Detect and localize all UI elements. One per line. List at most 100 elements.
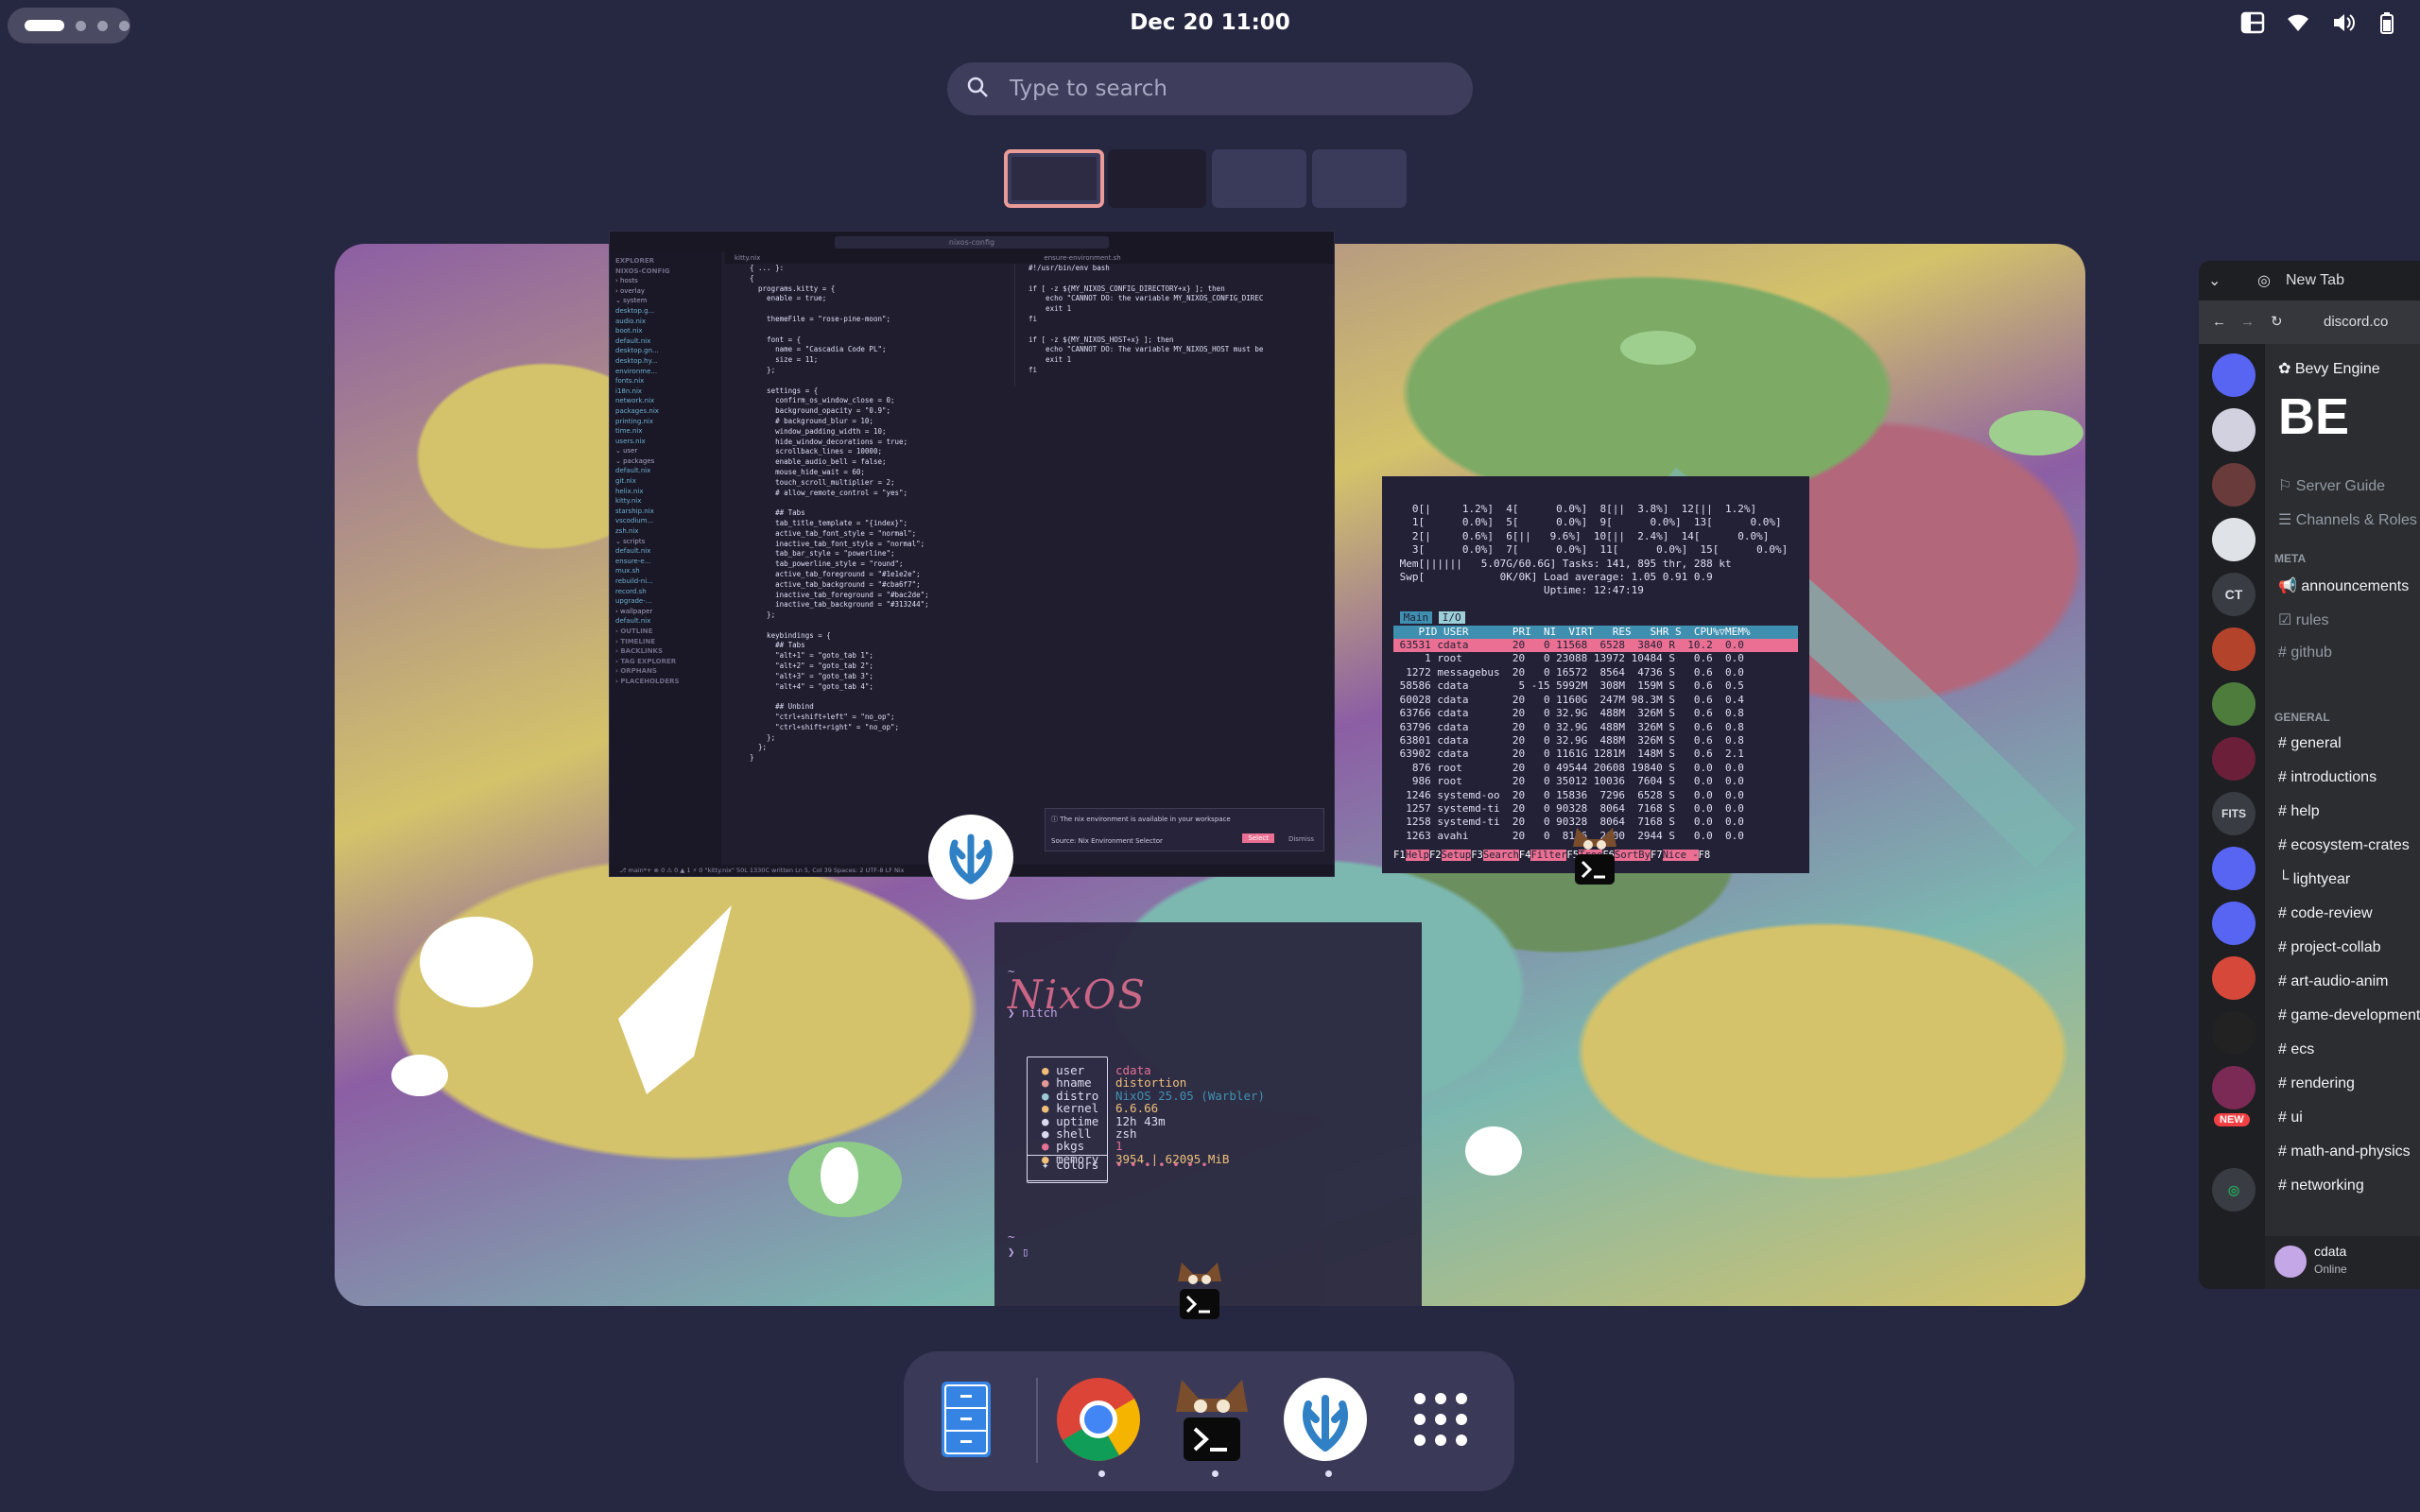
- server-icon[interactable]: [2212, 847, 2256, 890]
- explore-servers-icon[interactable]: ◎: [2212, 1168, 2256, 1211]
- explorer-item[interactable]: desktop.g...: [615, 306, 716, 317]
- back-icon[interactable]: ←: [2212, 301, 2226, 344]
- editor-kitty-nix[interactable]: { ... }: { programs.kitty = { enable = t…: [725, 264, 1009, 865]
- vscodium-app-icon[interactable]: [1280, 1374, 1371, 1465]
- channel-help[interactable]: # help: [2278, 803, 2320, 820]
- explorer-item[interactable]: vscodium...: [615, 516, 716, 526]
- explorer-item[interactable]: › overlay: [615, 286, 716, 297]
- server-guide[interactable]: ⚐ Server Guide: [2278, 476, 2385, 495]
- explorer-item[interactable]: › BACKLINKS: [615, 646, 716, 657]
- discord-server-list[interactable]: CT FITS NEW ◎: [2199, 344, 2265, 1289]
- server-icon[interactable]: [2212, 408, 2256, 452]
- server-icon[interactable]: [2212, 463, 2256, 507]
- channel-ecosystem-crates[interactable]: # ecosystem-crates: [2278, 837, 2410, 854]
- wifi-icon[interactable]: [2286, 10, 2310, 35]
- battery-icon[interactable]: [2377, 10, 2401, 35]
- kitty-app-icon[interactable]: [1167, 1374, 1257, 1465]
- htop-process-header[interactable]: PID USER PRI NI VIRT RES SHR S CPU%▽MEM%: [1393, 625, 1798, 640]
- workspace-thumbnail-3[interactable]: [1212, 149, 1306, 208]
- htop-fkey-label[interactable]: Search: [1482, 849, 1519, 861]
- htop-fkey[interactable]: F1: [1393, 850, 1406, 861]
- explorer-item[interactable]: git.nix: [615, 476, 716, 487]
- explorer-item[interactable]: zsh.nix: [615, 526, 716, 537]
- explorer-item[interactable]: default.nix: [615, 336, 716, 347]
- explorer-item[interactable]: default.nix: [615, 466, 716, 476]
- editor-ensure-environment[interactable]: #!/usr/bin/env bash if [ -z ${MY_NIXOS_C…: [1014, 264, 1334, 387]
- activities-button[interactable]: [8, 8, 130, 43]
- htop-fkey-label[interactable]: Nice -: [1662, 849, 1699, 861]
- htop-fkey-label[interactable]: Setup: [1441, 849, 1472, 861]
- explorer-item[interactable]: mux.sh: [615, 566, 716, 576]
- next-workspace-preview[interactable]: ⌄ ◎ New Tab ← → ↻ discord.co CT FITS NEW…: [2199, 261, 2420, 1289]
- user-panel[interactable]: cdata Online: [2265, 1236, 2420, 1289]
- server-name[interactable]: ✿ Bevy Engine: [2278, 359, 2380, 378]
- browser-tab[interactable]: ⌄ ◎ New Tab: [2199, 261, 2420, 301]
- chrome-app-icon[interactable]: [1053, 1374, 1144, 1465]
- category-meta[interactable]: META: [2274, 552, 2306, 565]
- channel-announcements[interactable]: 📢 announcements: [2278, 576, 2409, 595]
- kitty-terminal-window[interactable]: ~ ❯ nitch NixOS ● user cdata ● hname distor…: [994, 922, 1422, 1306]
- tab-ensure-environment[interactable]: ensure-environment.sh: [1044, 252, 1120, 264]
- avatar[interactable]: [2274, 1246, 2307, 1278]
- htop-fkey[interactable]: F8: [1699, 850, 1711, 861]
- htop-fkey-label[interactable]: Filter: [1530, 849, 1567, 861]
- explorer-item[interactable]: › TIMELINE: [615, 637, 716, 647]
- channel-github[interactable]: # github: [2278, 644, 2332, 662]
- explorer-item[interactable]: desktop.hy...: [615, 356, 716, 367]
- explorer-item[interactable]: record.sh: [615, 587, 716, 597]
- explorer-item[interactable]: time.nix: [615, 426, 716, 437]
- explorer-item[interactable]: environme...: [615, 367, 716, 377]
- address-bar[interactable]: ← → ↻ discord.co: [2199, 301, 2420, 344]
- channel-lightyear[interactable]: └ lightyear: [2278, 871, 2350, 888]
- file-explorer[interactable]: EXPLORER NIXOS-CONFIG › hosts › overlay ⌄ sy…: [610, 252, 721, 865]
- htop-fkey[interactable]: F4: [1519, 850, 1531, 861]
- explorer-item[interactable]: network.nix: [615, 396, 716, 406]
- htop-tab-io[interactable]: I/O: [1438, 611, 1465, 625]
- channel-art-audio-anim[interactable]: # art-audio-anim: [2278, 973, 2389, 990]
- server-icon[interactable]: [2212, 627, 2256, 671]
- server-icon[interactable]: [2212, 1011, 2256, 1055]
- server-icon[interactable]: [2212, 737, 2256, 781]
- tab-kitty-nix[interactable]: kitty.nix: [735, 252, 760, 264]
- htop-selected-process[interactable]: 63531 cdata 20 0 11568 6528 3840 R 10.2 …: [1393, 639, 1798, 653]
- volume-icon[interactable]: [2331, 10, 2356, 35]
- dismiss-button[interactable]: Dismiss: [1288, 835, 1314, 843]
- explorer-item[interactable]: helix.nix: [615, 487, 716, 497]
- htop-fkey[interactable]: F7: [1651, 850, 1663, 861]
- select-button[interactable]: Select: [1242, 833, 1274, 843]
- htop-process-list[interactable]: 1 root 20 0 23088 13972 10484 S 0.6 0.0 …: [1393, 652, 1744, 841]
- server-fits[interactable]: FITS: [2212, 792, 2256, 835]
- explorer-item[interactable]: i18n.nix: [615, 387, 716, 397]
- explorer-item[interactable]: printing.nix: [615, 417, 716, 427]
- explorer-item[interactable]: packages.nix: [615, 406, 716, 417]
- channel-ecs[interactable]: # ecs: [2278, 1041, 2314, 1058]
- channel-ui[interactable]: # ui: [2278, 1109, 2303, 1126]
- discord-channel-list[interactable]: ✿ Bevy Engine BE ⚐ Server Guide ☰ Channe…: [2265, 344, 2420, 1289]
- reload-icon[interactable]: ↻: [2271, 301, 2283, 344]
- explorer-item[interactable]: kitty.nix: [615, 496, 716, 507]
- channel-game-development[interactable]: # game-development: [2278, 1007, 2420, 1024]
- vscode-titlebar[interactable]: nixos-config: [610, 232, 1334, 252]
- explorer-item[interactable]: starship.nix: [615, 507, 716, 517]
- prompt-cursor[interactable]: ❯ ▯: [1008, 1245, 1029, 1260]
- server-ct[interactable]: CT: [2212, 573, 2256, 616]
- channel-math-and-physics[interactable]: # math-and-physics: [2278, 1143, 2411, 1160]
- explorer-item[interactable]: boot.nix: [615, 326, 716, 336]
- channel-networking[interactable]: # networking: [2278, 1177, 2364, 1194]
- explorer-item[interactable]: › hosts: [615, 276, 716, 286]
- htop-tab-main[interactable]: Main: [1399, 611, 1433, 625]
- htop-fkey[interactable]: F2: [1429, 850, 1442, 861]
- show-apps-icon[interactable]: [1395, 1374, 1486, 1465]
- server-icon[interactable]: [2212, 1066, 2256, 1109]
- htop-window[interactable]: 0[| 1.2%] 4[ 0.0%] 8[|| 3.8%] 12[|| 1.2%…: [1382, 476, 1809, 873]
- clock[interactable]: Dec 20 11:00: [1115, 6, 1305, 40]
- files-app-icon[interactable]: [921, 1374, 1011, 1465]
- explorer-item[interactable]: › ORPHANS: [615, 666, 716, 677]
- explorer-item[interactable]: ⌄ scripts: [615, 537, 716, 547]
- system-tray[interactable]: [2240, 8, 2401, 38]
- explorer-item[interactable]: ⌄ packages: [615, 456, 716, 467]
- tab-list-icon[interactable]: ⌄: [2208, 271, 2221, 290]
- explorer-item[interactable]: EXPLORER: [615, 256, 716, 266]
- channel-project-collab[interactable]: # project-collab: [2278, 939, 2381, 956]
- explorer-item[interactable]: › PLACEHOLDERS: [615, 677, 716, 687]
